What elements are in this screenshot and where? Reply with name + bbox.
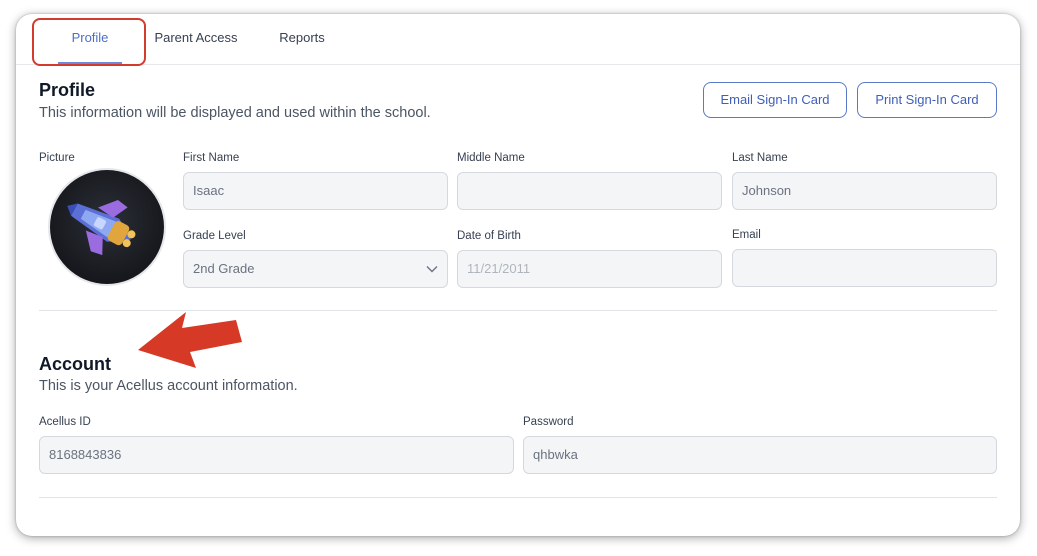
tab-profile[interactable]: Profile: [54, 14, 126, 64]
tab-reports[interactable]: Reports: [270, 14, 334, 64]
date-of-birth-field[interactable]: 11/21/2011: [457, 250, 722, 288]
grade-level-value: 2nd Grade: [193, 261, 255, 276]
chevron-down-icon: [425, 251, 439, 287]
tab-bar: Profile Parent Access Reports: [16, 14, 1020, 65]
profile-section-title: Profile: [39, 80, 96, 100]
email-label: Email: [732, 229, 761, 241]
middle-name-field[interactable]: [457, 172, 722, 210]
password-field[interactable]: qhbwka: [523, 436, 997, 474]
profile-card: Profile Parent Access Reports Profile Th…: [16, 14, 1020, 536]
last-name-field[interactable]: Johnson: [732, 172, 997, 210]
account-section-title: Account: [39, 354, 111, 374]
grade-level-label: Grade Level: [183, 230, 246, 242]
avatar[interactable]: [50, 170, 164, 284]
email-field[interactable]: [732, 249, 997, 287]
tab-parent-access[interactable]: Parent Access: [148, 14, 244, 64]
profile-section-subtitle: This information will be displayed and u…: [39, 105, 431, 121]
middle-name-label: Middle Name: [457, 152, 525, 164]
password-label: Password: [523, 416, 574, 428]
acellus-id-field[interactable]: 8168843836: [39, 436, 514, 474]
first-name-label: First Name: [183, 152, 240, 164]
annotation-arrow-icon: [138, 312, 242, 368]
bottom-divider: [39, 497, 997, 498]
last-name-label: Last Name: [732, 152, 788, 164]
acellus-id-label: Acellus ID: [39, 416, 91, 428]
spaceship-icon: [67, 199, 136, 256]
print-sign-in-card-button[interactable]: Print Sign-In Card: [857, 82, 997, 118]
picture-label: Picture: [39, 152, 75, 164]
first-name-field[interactable]: Isaac: [183, 172, 448, 210]
email-sign-in-card-button[interactable]: Email Sign-In Card: [703, 82, 847, 118]
date-of-birth-label: Date of Birth: [457, 230, 521, 242]
grade-level-select[interactable]: 2nd Grade: [183, 250, 448, 288]
